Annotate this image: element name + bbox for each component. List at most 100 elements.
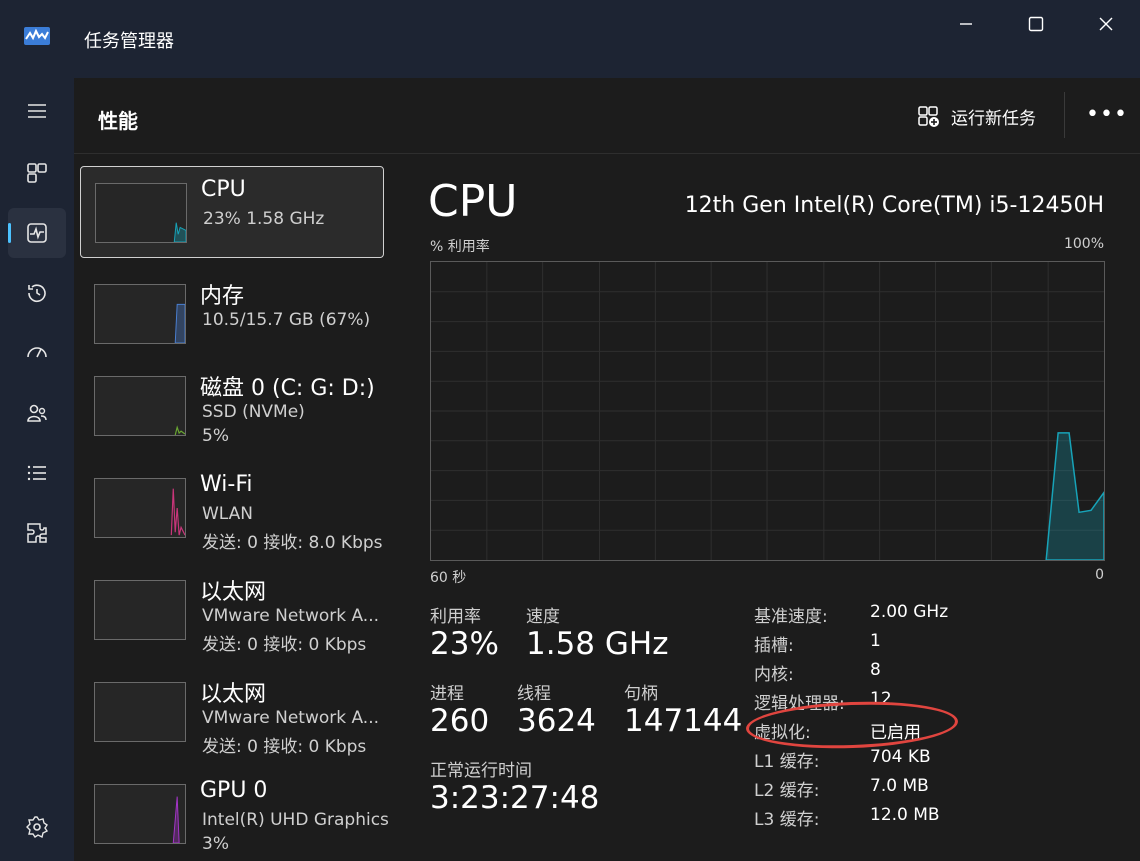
header-divider [1064,92,1065,138]
users-icon [27,404,47,422]
spec-value: 704 KB [870,747,931,767]
device-detail: 5% [202,426,229,446]
device-name: Wi-Fi [200,472,253,497]
detail-title: CPU [428,176,518,227]
uptime-label: 正常运行时间 [430,761,532,781]
utilization-label: 利用率 [430,607,481,627]
threads-value: 3624 [517,703,596,739]
device-name: 以太网 [200,682,267,707]
spec-label: L1 缓存: [754,752,820,772]
device-detail: VMware Network A... [202,708,380,728]
device-item-disk[interactable]: 磁盘 0 (C: G: D:) SSD (NVMe) 5% [80,360,384,452]
device-detail: 发送: 0 接收: 8.0 Kbps [202,533,383,553]
page-title: 性能 [98,109,138,133]
settings-icon [26,816,49,839]
spec-label: 基准速度: [754,607,828,627]
threads-label: 线程 [517,684,551,704]
spec-value: 7.0 MB [870,776,929,796]
spec-value: 2.00 GHz [870,602,949,622]
spec-value: 8 [870,660,881,680]
nav-item-details[interactable] [8,448,66,498]
device-item-ethernet[interactable]: 以太网 VMware Network A... 发送: 0 接收: 0 Kbps [80,666,384,758]
close-icon[interactable] [1094,12,1118,36]
nav-item-users[interactable] [8,388,66,438]
device-detail: SSD (NVMe) [202,402,305,422]
device-thumbnail [94,580,186,640]
device-thumbnail [94,682,186,742]
device-detail: 10.5/15.7 GB (67%) [202,310,371,330]
device-thumbnail [94,784,186,844]
startup-apps-icon [27,347,47,358]
active-indicator [8,223,11,243]
cpu-utilization-graph [430,261,1105,561]
device-detail: 发送: 0 接收: 0 Kbps [202,635,367,655]
run-task-icon [918,105,939,127]
device-item-memory[interactable]: 内存 10.5/15.7 GB (67%) [80,268,384,360]
handles-label: 句柄 [624,684,658,704]
device-thumbnail [94,478,186,538]
device-name: 内存 [200,284,245,309]
graph-axis-left: 60 秒 [430,570,467,586]
device-item-wifi[interactable]: Wi-Fi WLAN 发送: 0 接收: 8.0 Kbps [80,462,384,554]
nav-item-performance[interactable] [8,208,66,258]
cpu-model-name: 12th Gen Intel(R) Core(TM) i5-12450H [684,193,1104,218]
device-list: CPU 23% 1.58 GHz 内存 10.5/15.7 GB (67%) 磁… [78,166,389,861]
spec-label: 插槽: [754,636,794,656]
title-bar: 任务管理器 [0,0,1140,78]
window-title: 任务管理器 [84,31,174,52]
graph-max-label: 100% [1063,236,1104,252]
device-detail: VMware Network A... [202,606,380,626]
uptime-value: 3:23:27:48 [430,780,600,816]
device-detail: Intel(R) UHD Graphics [202,810,389,830]
navigation-rail [0,78,74,861]
spec-value: 1 [870,631,881,651]
nav-item-processes[interactable] [8,148,66,198]
device-name: 磁盘 0 (C: G: D:) [200,376,375,401]
speed-value: 1.58 GHz [526,626,669,662]
main-panel: 性能 运行新任务 ••• CPU 23% 1.58 GHz 内存 10.5/15… [74,78,1140,861]
device-detail: 23% 1.58 GHz [203,209,325,229]
minimize-icon[interactable] [954,12,978,36]
graph-label: % 利用率 [430,239,490,255]
services-icon [27,523,47,543]
device-thumbnail [94,284,186,344]
device-detail: 发送: 0 接收: 0 Kbps [202,737,367,757]
nav-item-services[interactable] [8,508,66,558]
device-name: CPU [201,177,246,202]
run-new-task-button[interactable]: 运行新任务 [917,104,1036,129]
nav-menu-button[interactable] [8,86,66,136]
hamburger-menu-icon [28,104,46,118]
speed-label: 速度 [526,607,560,627]
page-header: 性能 运行新任务 ••• [74,78,1140,154]
spec-label: 内核: [754,665,794,685]
task-manager-icon [24,27,50,45]
device-item-ethernet[interactable]: 以太网 VMware Network A... 发送: 0 接收: 0 Kbps [80,564,384,656]
app-history-icon [28,284,46,303]
processes-label: 进程 [430,684,464,704]
performance-icon [27,223,47,243]
device-name: GPU 0 [200,778,268,803]
spec-label: L3 缓存: [754,810,820,830]
graph-axis-right: 0 [1095,567,1104,583]
maximize-icon[interactable] [1024,12,1048,36]
processes-value: 260 [430,703,490,739]
nav-item-startup-apps[interactable] [8,328,66,378]
spec-label: L2 缓存: [754,781,820,801]
nav-item-settings[interactable] [8,802,66,852]
cpu-detail-panel: CPU 12th Gen Intel(R) Core(TM) i5-12450H… [418,166,1118,861]
details-icon [27,465,46,481]
processes-icon [27,163,47,183]
device-thumbnail [94,376,186,436]
nav-item-app-history[interactable] [8,268,66,318]
run-new-task-label: 运行新任务 [951,109,1036,129]
spec-value: 12.0 MB [870,805,940,825]
device-detail: WLAN [202,504,254,524]
device-name: 以太网 [200,580,267,605]
device-thumbnail [95,183,187,243]
utilization-value: 23% [430,626,499,662]
handles-value: 147144 [624,703,743,739]
more-options-button[interactable]: ••• [1086,102,1128,127]
device-detail: 3% [202,834,229,854]
device-item-gpu[interactable]: GPU 0 Intel(R) UHD Graphics 3% [80,768,389,860]
device-item-cpu[interactable]: CPU 23% 1.58 GHz [80,166,384,258]
